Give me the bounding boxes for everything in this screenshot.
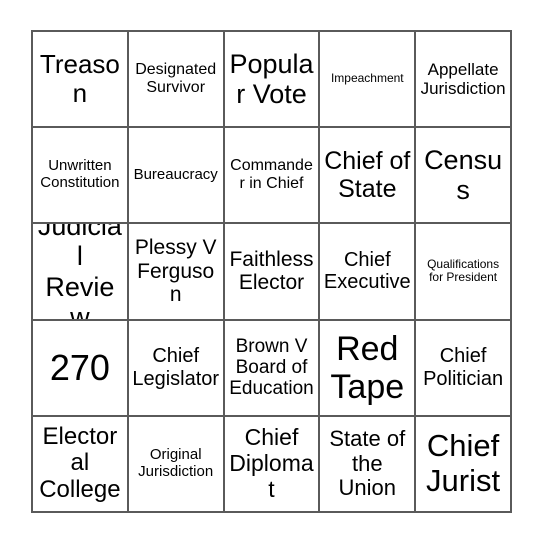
bingo-cell-label: Red Tape	[330, 329, 405, 406]
bingo-cell[interactable]: Appellate Jurisdiction	[416, 32, 512, 129]
bingo-cell-label: Chief Executive	[323, 249, 411, 294]
bingo-cell[interactable]: Chief Legislator	[128, 320, 225, 417]
bingo-cell[interactable]: Bureaucracy	[128, 128, 225, 225]
bingo-cell[interactable]: Red Tape	[320, 320, 417, 417]
bingo-cell[interactable]: State of the Union	[320, 416, 417, 513]
bingo-cell[interactable]: Chief Jurist	[416, 416, 512, 513]
bingo-cell-label: Chief Politician	[423, 345, 504, 390]
bingo-cell-label: Designated Survivor	[135, 61, 217, 97]
bingo-cell-label: Qualifications for President	[427, 257, 500, 285]
bingo-cell-label: Commander in Chief	[230, 157, 313, 193]
bingo-cell[interactable]: Brown V Board of Education	[224, 320, 321, 417]
bingo-cell[interactable]: Electoral College	[33, 416, 129, 513]
bingo-cell-label: Chief Diplomat	[229, 424, 314, 502]
bingo-cell-label: Faithless Elector	[229, 247, 314, 295]
bingo-cell[interactable]: Faithless Elector	[224, 224, 321, 321]
bingo-cell-label: Treason	[39, 48, 120, 109]
bingo-cell[interactable]: Designated Survivor	[128, 32, 225, 129]
bingo-cell-label: Appellate Jurisdiction	[420, 60, 506, 99]
bingo-cell-label: Chief Legislator	[132, 345, 220, 390]
bingo-cell[interactable]: Chief Diplomat	[224, 416, 321, 513]
bingo-cell[interactable]: Unwritten Constitution	[33, 128, 129, 225]
bingo-cell-label: Chief of State	[324, 147, 411, 204]
bingo-cell-label: Unwritten Constitution	[40, 157, 120, 192]
bingo-cell[interactable]: Treason	[33, 32, 129, 129]
bingo-cell-label: Judicial Review	[37, 224, 122, 321]
bingo-cell[interactable]: Census	[416, 128, 512, 225]
bingo-cell-label: Popular Vote	[229, 48, 314, 110]
bingo-cell[interactable]: Original Jurisdiction	[128, 416, 225, 513]
bingo-cell[interactable]: Chief Executive	[320, 224, 417, 321]
bingo-cell[interactable]: Commander in Chief	[224, 128, 321, 225]
bingo-cell[interactable]: Qualifications for President	[416, 224, 512, 321]
bingo-cell-label: State of the Union	[329, 425, 406, 501]
bingo-cell[interactable]: Impeachment	[320, 32, 417, 129]
bingo-cell[interactable]: Chief of State	[320, 128, 417, 225]
bingo-card-grid: Treason Designated Survivor Popular Vote Im…	[31, 30, 512, 513]
bingo-cell-label: Chief Jurist	[426, 428, 501, 498]
bingo-cell[interactable]: Plessy V Ferguson	[128, 224, 225, 321]
bingo-cell-label: Brown V Board of Education	[229, 335, 314, 400]
bingo-cell-label: Electoral College	[39, 422, 121, 504]
bingo-cell[interactable]: Judicial Review	[33, 224, 129, 321]
bingo-cell-label: 270	[49, 346, 110, 388]
bingo-cell[interactable]: Chief Politician	[416, 320, 512, 417]
bingo-cell-label: Census	[424, 145, 503, 206]
bingo-cell[interactable]: Popular Vote	[224, 32, 321, 129]
bingo-cell-label: Plessy V Ferguson	[134, 236, 217, 307]
bingo-cell-label: Original Jurisdiction	[138, 446, 214, 480]
bingo-cell-label: Bureaucracy	[133, 165, 218, 183]
bingo-cell-label: Impeachment	[330, 71, 404, 86]
bingo-cell[interactable]: 270	[33, 320, 129, 417]
